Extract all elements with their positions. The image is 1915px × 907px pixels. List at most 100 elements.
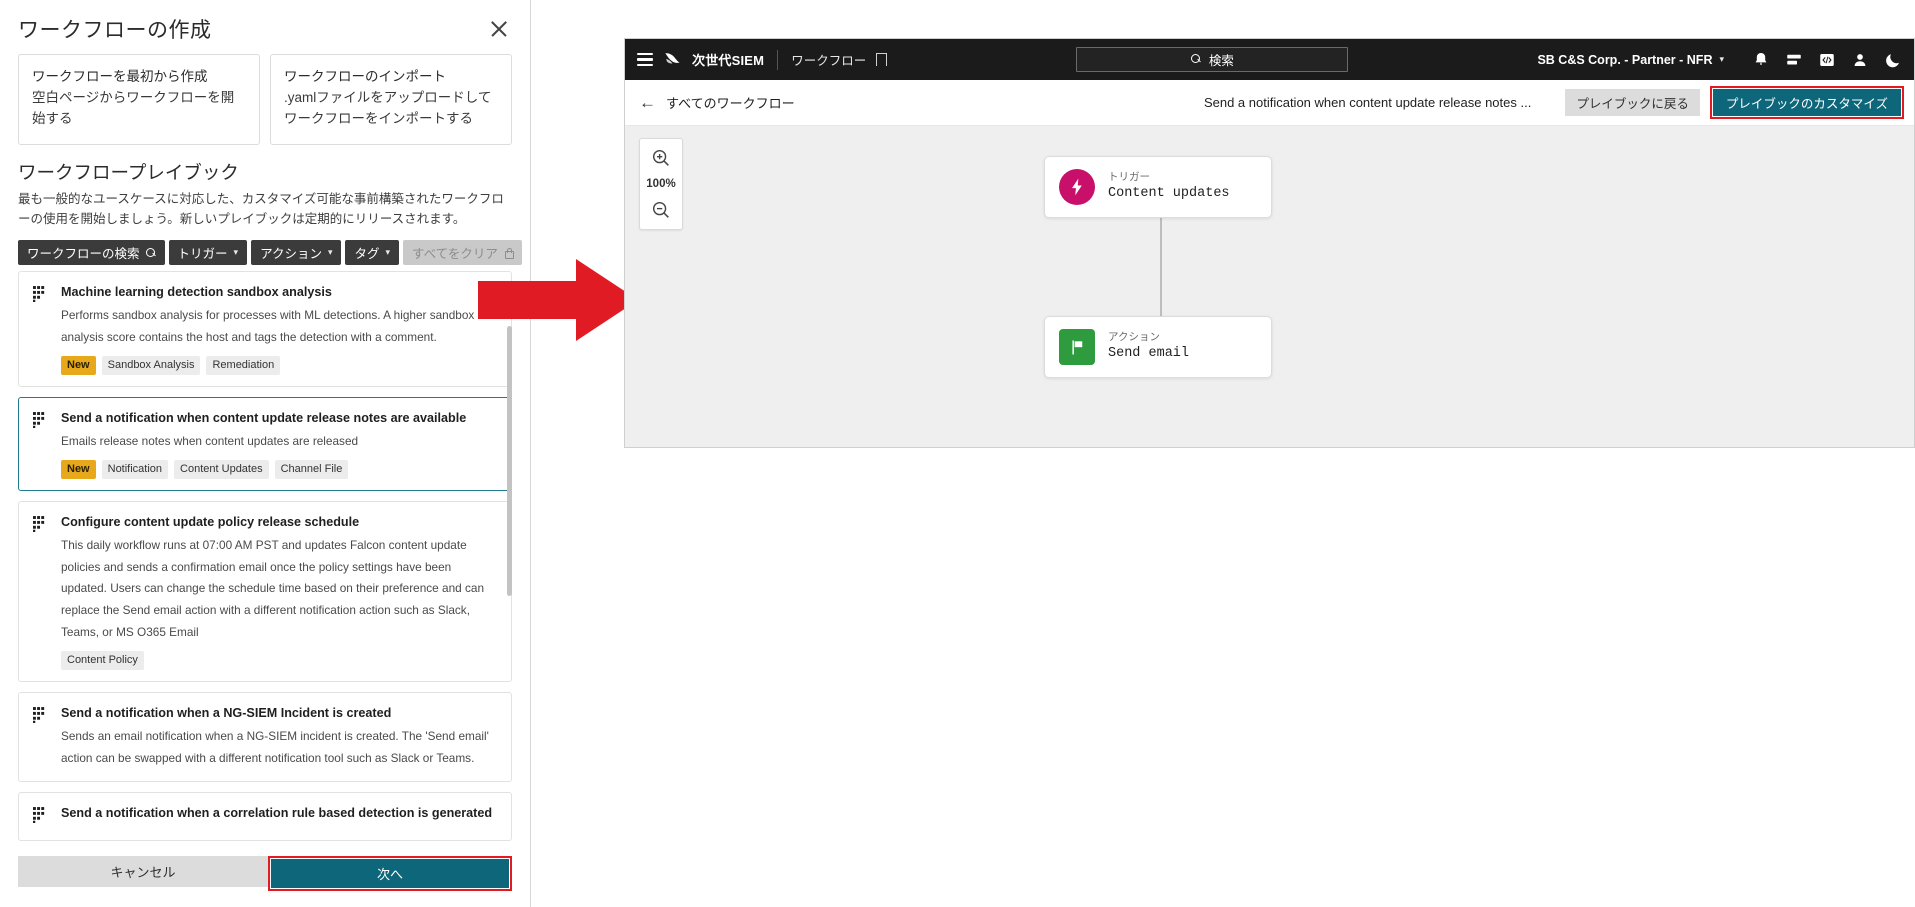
- workflow-nodes-icon: [33, 409, 49, 479]
- workflow-item-title: Send a notification when a NG-SIEM Incid…: [61, 706, 392, 721]
- workflow-item-description: Performs sandbox analysis for processes …: [61, 307, 475, 344]
- account-menu[interactable]: SB C&S Corp. - Partner - NFR ▾: [1537, 53, 1724, 67]
- tag-chip: Content Policy: [61, 650, 144, 671]
- new-badge: New: [61, 355, 96, 375]
- hamburger-icon[interactable]: [637, 53, 653, 66]
- action-filter-button[interactable]: アクション ▾: [251, 240, 342, 266]
- workflow-item-tags: Content Policy: [61, 650, 497, 671]
- trigger-node-text: トリガー Content updates: [1108, 170, 1230, 205]
- create-workflow-modal: ワークフローの作成 ワークフローを最初から作成 空白ページからワークフローを開始…: [0, 0, 531, 907]
- workflow-item-description: Sends an email notification when a NG-SI…: [61, 728, 489, 765]
- falcon-app-window: 次世代SIEM ワークフロー 検索 SB C&S Corp. - Partner…: [624, 38, 1915, 448]
- workflow-item-tags: New Notification Content Updates Channel Fi…: [61, 459, 497, 479]
- filter-bar: ワークフローの検索 トリガー ▾ アクション ▾ タグ ▾ すべてをクリア: [0, 230, 530, 271]
- tag-chip: Channel File: [274, 459, 349, 479]
- new-badge: New: [61, 459, 96, 479]
- workflow-playbook-item[interactable]: Send a notification when a correlation r…: [18, 791, 512, 841]
- chevron-down-icon: ▾: [233, 247, 239, 258]
- lightning-bolt-icon: [1059, 169, 1095, 205]
- divider: [777, 49, 779, 70]
- trigger-filter-button[interactable]: トリガー ▾: [168, 240, 248, 266]
- trigger-node-kind: トリガー: [1108, 170, 1150, 183]
- search-label: ワークフローの検索: [27, 247, 140, 262]
- scrollbar-thumb[interactable]: [507, 326, 512, 597]
- playbook-description: 最も一般的なユースケースに対応した、カスタマイズ可能な事前構築されたワークフロー…: [18, 191, 504, 227]
- action-node-text: アクション Send email: [1108, 330, 1189, 365]
- chevron-down-icon: ▾: [1719, 54, 1724, 64]
- page-title: ワークフローの作成: [18, 19, 212, 42]
- workflow-item-title: Send a notification when content update …: [61, 410, 467, 425]
- workflow-item-body: Send a notification when a NG-SIEM Incid…: [61, 704, 497, 770]
- action-node-label: Send email: [1108, 346, 1190, 362]
- search-placeholder: 検索: [1208, 54, 1234, 68]
- node-connector: [1160, 218, 1162, 318]
- workflow-nodes-icon: [33, 704, 49, 770]
- search-input[interactable]: ワークフローの検索: [18, 240, 165, 266]
- search-input[interactable]: 検索: [1076, 47, 1349, 72]
- workflow-canvas[interactable]: 100% トリガー Content updates アクション Send ema…: [625, 126, 1914, 447]
- moon-icon[interactable]: [1884, 51, 1902, 69]
- cancel-button[interactable]: キャンセル: [18, 856, 268, 887]
- workflow-item-title: Configure content update policy release …: [61, 514, 360, 529]
- create-from-scratch-subtitle: 空白ページからワークフローを開始する: [32, 89, 235, 126]
- app-topbar: 次世代SIEM ワークフロー 検索 SB C&S Corp. - Partner…: [625, 39, 1914, 80]
- import-workflow-subtitle: .yamlファイルをアップロードしてワークフローをインポートする: [284, 89, 492, 126]
- workflow-playbook-item[interactable]: Machine learning detection sandbox analy…: [18, 271, 512, 387]
- topbar-icons: [1752, 51, 1902, 69]
- bookmark-icon[interactable]: [875, 53, 888, 71]
- tag-chip: Remediation: [206, 355, 281, 375]
- customize-playbook-button[interactable]: プレイブックのカスタマイズ: [1712, 89, 1901, 116]
- trigger-node-label: Content updates: [1108, 186, 1230, 202]
- customize-button-highlight: プレイブックのカスタマイズ: [1709, 86, 1904, 119]
- falcon-logo-icon: [665, 53, 680, 64]
- trigger-node[interactable]: トリガー Content updates: [1044, 156, 1272, 218]
- flag-icon: [1059, 329, 1095, 365]
- workflow-item-title: Machine learning detection sandbox analy…: [61, 285, 332, 300]
- tag-chip: Content Updates: [174, 459, 269, 479]
- workflow-list: Machine learning detection sandbox analy…: [18, 271, 512, 844]
- workflow-item-body: Machine learning detection sandbox analy…: [61, 283, 497, 375]
- zoom-in-icon[interactable]: [650, 147, 672, 169]
- import-workflow-card[interactable]: ワークフローのインポート .yamlファイルをアップロードしてワークフローをイン…: [270, 54, 512, 145]
- creation-choice-row: ワークフローを最初から作成 空白ページからワークフローを開始する ワークフローの…: [0, 50, 530, 145]
- account-label: SB C&S Corp. - Partner - NFR: [1537, 52, 1713, 67]
- user-icon[interactable]: [1851, 51, 1869, 69]
- workflow-playbook-item[interactable]: Configure content update policy release …: [18, 500, 512, 683]
- workflow-playbook-item[interactable]: Send a notification when a NG-SIEM Incid…: [18, 692, 512, 782]
- workflow-name: Send a notification when content update …: [1203, 95, 1532, 110]
- tag-filter-button[interactable]: タグ ▾: [345, 240, 400, 266]
- close-icon[interactable]: [486, 16, 512, 42]
- workflow-item-body: Configure content update policy release …: [61, 513, 497, 671]
- list-scrollbar[interactable]: [507, 326, 512, 844]
- chevron-down-icon: ▾: [385, 247, 391, 258]
- workflow-item-description: This daily workflow runs at 07:00 AM PST…: [61, 537, 485, 639]
- playbook-heading: ワークフロープレイブック: [18, 161, 239, 183]
- create-from-scratch-card[interactable]: ワークフローを最初から作成 空白ページからワークフローを開始する: [18, 54, 260, 145]
- create-from-scratch-title: ワークフローを最初から作成: [32, 69, 208, 84]
- workflow-item-body: Send a notification when a correlation r…: [61, 804, 497, 829]
- screenshot-root: ワークフローの作成 ワークフローを最初から作成 空白ページからワークフローを開始…: [0, 0, 1915, 907]
- zoom-out-icon[interactable]: [650, 199, 672, 221]
- lock-icon: [504, 247, 514, 260]
- back-to-all-workflows[interactable]: ← すべてのワークフロー: [639, 93, 795, 112]
- list-icon[interactable]: [1785, 51, 1803, 69]
- back-to-playbook-button[interactable]: プレイブックに戻る: [1565, 89, 1700, 116]
- zoom-level: 100%: [646, 178, 676, 190]
- zoom-controls: 100%: [639, 138, 683, 230]
- code-icon[interactable]: [1818, 51, 1836, 69]
- workflow-list-inner: Machine learning detection sandbox analy…: [18, 271, 512, 844]
- next-button[interactable]: 次へ: [271, 859, 509, 888]
- tag-filter-label: タグ: [354, 247, 380, 262]
- workflow-nodes-icon: [33, 283, 49, 375]
- brand-name: 次世代SIEM: [692, 53, 765, 68]
- workflow-nodes-icon: [33, 804, 49, 829]
- action-node[interactable]: アクション Send email: [1044, 316, 1272, 378]
- modal-header: ワークフローの作成: [0, 0, 530, 50]
- breadcrumb: ワークフロー: [791, 54, 867, 68]
- tag-chip: Sandbox Analysis: [101, 355, 201, 375]
- import-workflow-title: ワークフローのインポート: [284, 69, 446, 84]
- bell-icon[interactable]: [1752, 51, 1770, 69]
- search-icon: [1190, 53, 1203, 66]
- workflow-playbook-item[interactable]: Send a notification when content update …: [18, 396, 512, 491]
- trigger-filter-label: トリガー: [177, 247, 228, 262]
